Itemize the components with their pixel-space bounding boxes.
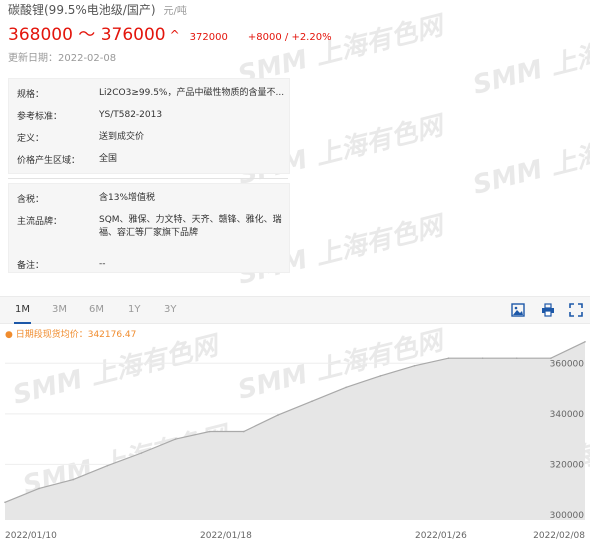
data-point <box>447 357 450 360</box>
print-icon[interactable] <box>541 303 555 317</box>
data-point <box>584 340 586 343</box>
price-unit: 元/吨 <box>163 6 187 17</box>
spec-value: Li2CO3≥99.5%，产品中磁性物质的含量不... <box>99 88 284 98</box>
data-point <box>208 430 211 433</box>
spec-value: SQM、雅保、力文特、天齐、赣锋、雅化、瑞福、容汇等厂家旗下品牌 <box>99 215 282 238</box>
spec-panel-2: 含税： 含13%增值税 主流品牌： SQM、雅保、力文特、天齐、赣锋、雅化、瑞福… <box>8 183 290 273</box>
spec-label: 价格产生区域： <box>17 156 81 166</box>
change-separator: / <box>284 32 289 43</box>
change-absolute: +8000 <box>247 32 282 43</box>
picture-icon[interactable] <box>511 303 525 317</box>
x-tick-label: 2022/01/10 <box>5 531 57 541</box>
change-percent: +2.20% <box>291 32 332 43</box>
product-title: 碳酸锂(99.5%电池级/国产) <box>8 3 156 17</box>
data-point <box>140 452 143 454</box>
spec-label: 含税： <box>17 195 45 205</box>
spec-value: YS/T582-2013 <box>99 110 163 120</box>
data-point <box>72 478 75 481</box>
average-price-label: 日期段现货均价：342176.47 <box>15 330 137 340</box>
spec-label: 主流品牌： <box>17 217 63 227</box>
price-change: +8000 / +2.20% <box>248 32 332 43</box>
spec-label: 备注： <box>17 261 45 271</box>
spec-label: 定义： <box>17 134 45 144</box>
chart-legend-average: ● 日期段现货均价：342176.47 <box>5 330 137 340</box>
y-tick-label: 300000 <box>550 511 585 521</box>
price-header: 碳酸锂(99.5%电池级/国产) 元/吨 368000 ～ 376000 ^ 3720… <box>8 0 588 67</box>
x-tick-label: 2022/01/26 <box>415 531 467 541</box>
spec-label: 参考标准： <box>17 112 63 122</box>
x-tick-label: 2022/02/08 <box>533 531 585 541</box>
data-point <box>106 464 109 467</box>
data-point <box>515 357 518 360</box>
data-point <box>174 438 177 440</box>
data-point <box>277 414 279 416</box>
spec-label: 规格： <box>17 90 45 100</box>
fullscreen-icon[interactable] <box>569 303 583 317</box>
data-point <box>311 400 313 402</box>
update-date: 更新日期：2022-02-08 <box>8 53 117 64</box>
watermark: SMM 上海有色网 <box>470 121 590 201</box>
y-tick-label: 360000 <box>550 359 585 369</box>
data-point <box>481 357 484 360</box>
data-point <box>379 375 382 377</box>
price-range: 368000 ～ 376000 <box>8 25 166 45</box>
y-tick-label: 340000 <box>550 410 585 420</box>
data-point <box>243 430 245 433</box>
data-point <box>345 386 347 389</box>
price-chart: 300000 320000 340000 360000 2022/01/10 2022/… <box>4 340 586 541</box>
data-point <box>413 365 416 367</box>
x-tick-label: 2022/01/18 <box>200 531 252 541</box>
spec-value: -- <box>99 259 106 269</box>
price-mid: 372000 <box>189 32 228 43</box>
spec-value: 全国 <box>99 154 118 164</box>
price-area <box>5 341 585 520</box>
y-tick-label: 320000 <box>550 460 585 470</box>
data-point <box>38 487 40 490</box>
spec-value: 含13%增值税 <box>99 193 156 203</box>
price-up-arrow-icon: ^ <box>169 28 180 42</box>
data-point <box>4 501 6 504</box>
spec-value: 送到成交价 <box>99 132 145 142</box>
spec-divider <box>8 178 288 179</box>
spec-panel-1: 规格： Li2CO3≥99.5%，产品中磁性物质的含量不... 参考标准： YS… <box>8 78 290 174</box>
